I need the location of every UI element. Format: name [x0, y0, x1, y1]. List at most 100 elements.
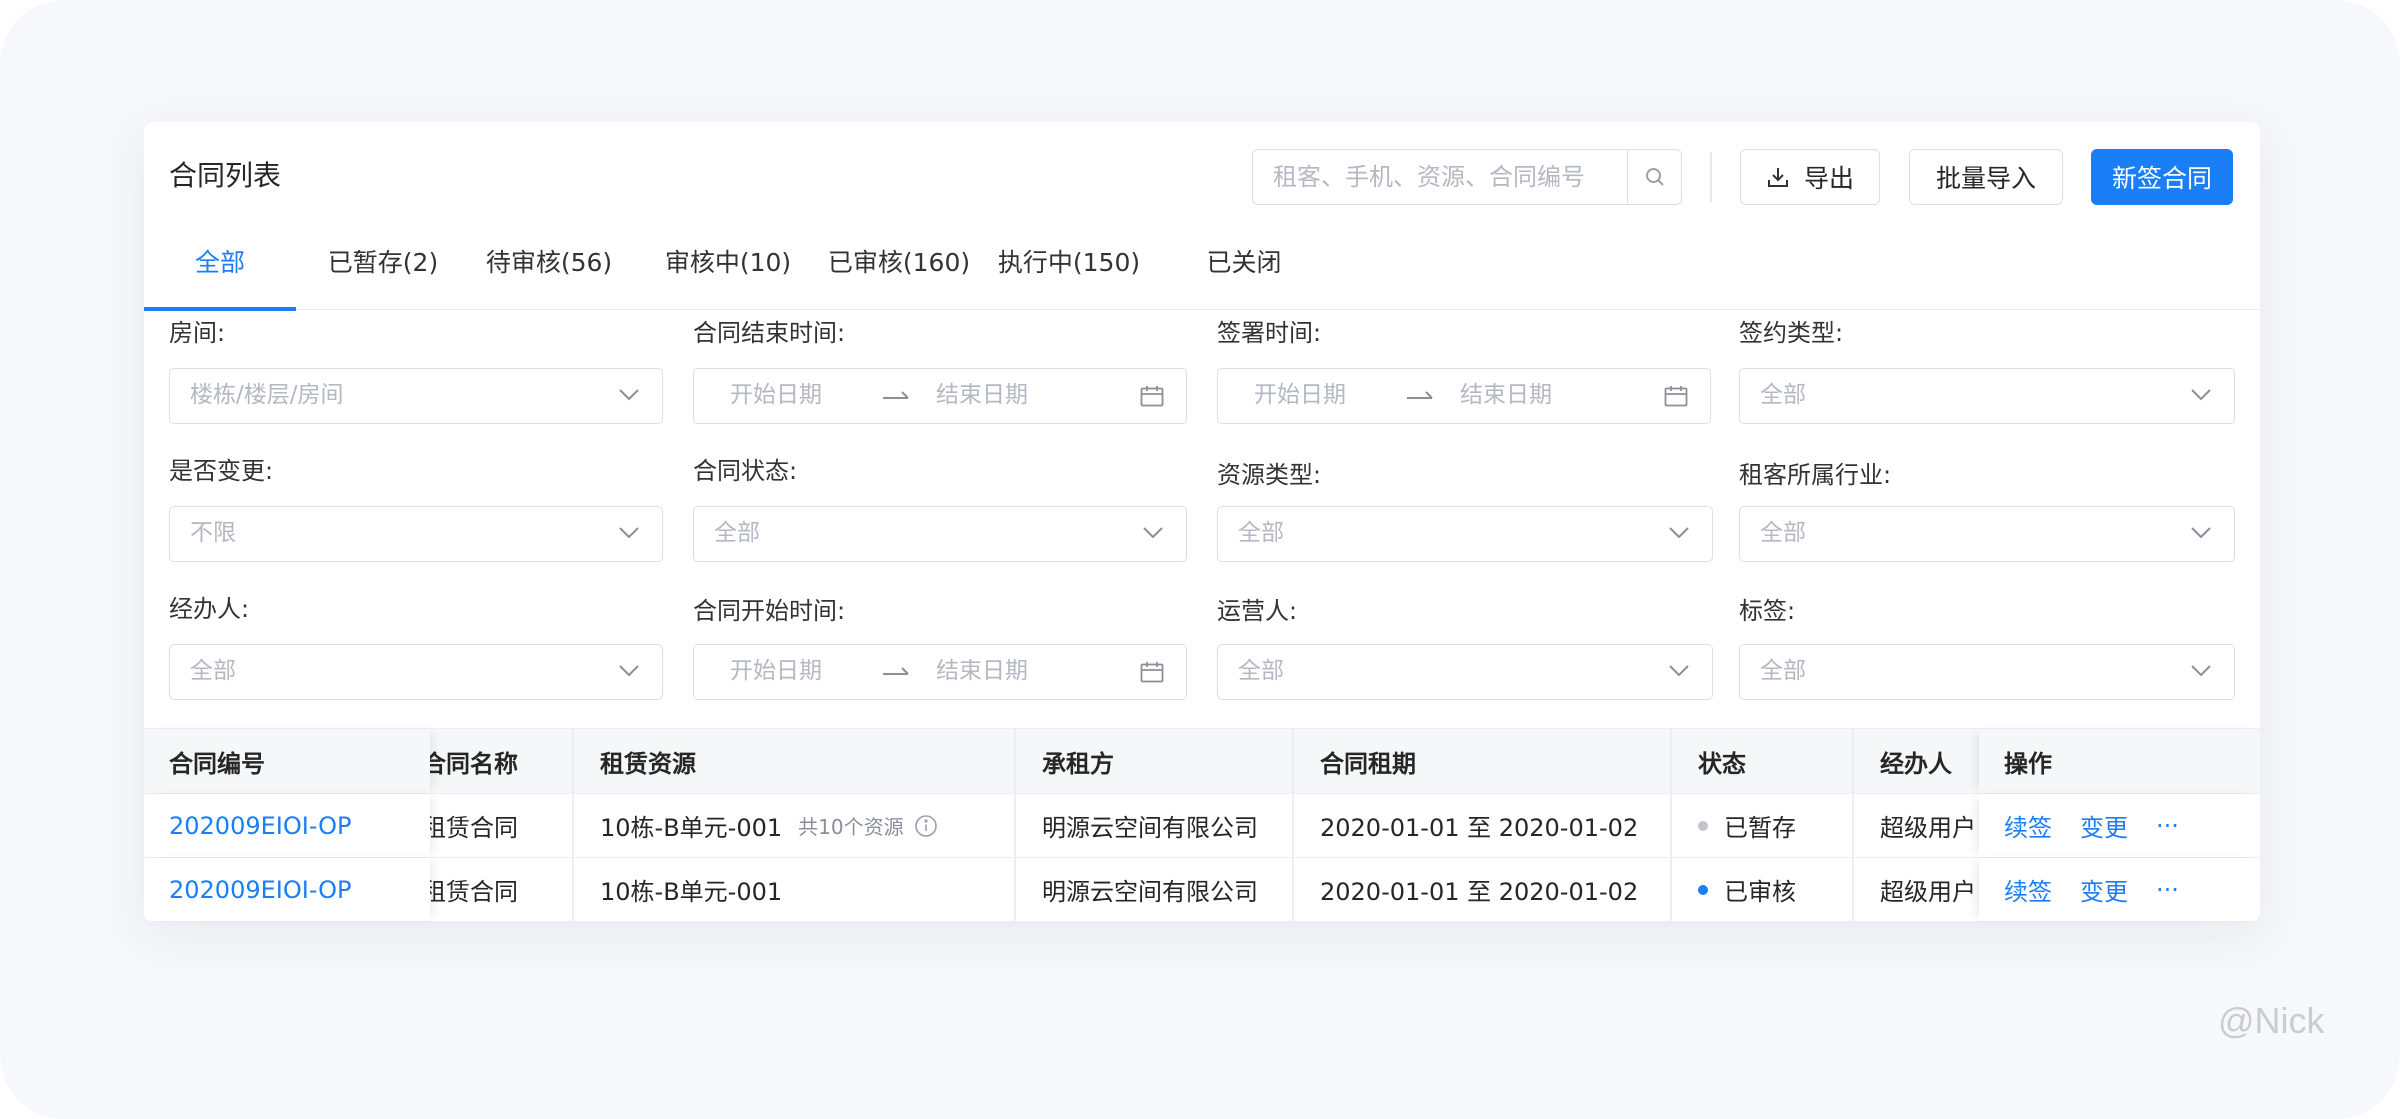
room-label: 房间:	[169, 319, 226, 347]
end-time-range-picker[interactable]: 开始日期 结束日期	[693, 368, 1187, 424]
handler-select[interactable]: 全部	[169, 644, 663, 700]
search-button[interactable]	[1627, 150, 1681, 204]
resource-type-select[interactable]: 全部	[1217, 506, 1713, 562]
column-divider	[572, 858, 574, 921]
row-actions: 续签 变更 ···	[2004, 794, 2207, 857]
fixed-column-left: 202009EIOI-OP	[144, 858, 430, 921]
start-time-range-picker[interactable]: 开始日期 结束日期	[693, 644, 1187, 700]
chevron-down-icon	[2191, 665, 2211, 677]
arrow-right-icon	[1407, 391, 1433, 399]
chevron-down-icon	[1669, 527, 1689, 539]
fixed-column-right: 续签 变更 ···	[1979, 794, 2260, 857]
status-tabs: 全部 已暂存(2) 待审核(56) 审核中(10) 已审核(160) 执行中(1…	[144, 226, 2260, 311]
col-code-header: 合同编号	[169, 749, 265, 778]
row-actions: 续签 变更 ···	[2004, 858, 2207, 921]
column-divider	[1292, 794, 1294, 857]
column-divider	[1292, 729, 1294, 793]
chevron-down-icon	[1669, 665, 1689, 677]
column-divider	[572, 794, 574, 857]
resource-type-placeholder: 全部	[1238, 520, 1284, 546]
tab-draft[interactable]: 已暂存(2)	[308, 226, 458, 310]
sign-time-start-placeholder: 开始日期	[1254, 382, 1346, 408]
download-icon	[1767, 168, 1788, 187]
batch-import-button[interactable]: 批量导入	[1909, 149, 2063, 205]
tab-closed[interactable]: 已关闭	[1154, 226, 1334, 310]
change-link[interactable]: 变更	[2080, 808, 2128, 843]
contract-code-link[interactable]: 202009EIOI-OP	[169, 794, 352, 857]
industry-label: 租客所属行业:	[1739, 461, 1892, 489]
column-divider	[1852, 858, 1854, 921]
contract-name: 租赁合同	[422, 878, 518, 906]
tab-reviewing[interactable]: 审核中(10)	[638, 226, 818, 310]
table-header: 合同名称 租赁资源 承租方 合同租期 状态 经办人 合同编号 操作	[144, 728, 2260, 794]
status-dot	[1698, 884, 1708, 895]
status-badge: 已审核	[1724, 878, 1796, 906]
column-divider	[1670, 794, 1672, 857]
contract-code-link[interactable]: 202009EIOI-OP	[169, 858, 352, 921]
more-actions-icon[interactable]: ···	[2156, 812, 2179, 840]
changed-select[interactable]: 不限	[169, 506, 663, 562]
start-time-end-placeholder: 结束日期	[936, 658, 1028, 684]
industry-select[interactable]: 全部	[1739, 506, 2235, 562]
end-time-end-placeholder: 结束日期	[936, 382, 1028, 408]
start-time-label: 合同开始时间:	[693, 597, 846, 625]
search-box	[1252, 149, 1682, 205]
tab-pending[interactable]: 待审核(56)	[464, 226, 634, 310]
sign-type-select[interactable]: 全部	[1739, 368, 2235, 424]
sign-time-range-picker[interactable]: 开始日期 结束日期	[1217, 368, 1711, 424]
tag-select[interactable]: 全部	[1739, 644, 2235, 700]
arrow-right-icon	[883, 667, 909, 675]
column-divider	[1852, 729, 1854, 793]
operator-select[interactable]: 全部	[1217, 644, 1713, 700]
chevron-down-icon	[619, 527, 639, 539]
resource-name: 10栋-B单元-001	[600, 878, 783, 906]
room-select[interactable]: 楼栋/楼层/房间	[169, 368, 663, 424]
renew-link[interactable]: 续签	[2004, 872, 2052, 907]
start-time-start-placeholder: 开始日期	[730, 658, 822, 684]
calendar-icon	[1140, 386, 1164, 407]
contract-status-select[interactable]: 全部	[693, 506, 1187, 562]
fixed-column-left: 合同编号	[144, 729, 430, 793]
chevron-down-icon	[2191, 389, 2211, 401]
fixed-column-right: 操作	[1979, 729, 2260, 793]
operator-label: 运营人:	[1217, 597, 1298, 625]
author-watermark: @Nick	[2218, 1000, 2325, 1041]
tenant-name: 明源云空间有限公司	[1042, 814, 1258, 842]
export-button[interactable]: 导出	[1740, 149, 1880, 205]
table-row: 租赁合同 10栋-B单元-001 共10个资源 明源云空间有限公司 2020-0…	[144, 794, 2260, 858]
col-ops-header: 操作	[2004, 749, 2052, 778]
status-dot	[1698, 820, 1708, 831]
tag-placeholder: 全部	[1760, 658, 1806, 684]
more-actions-icon[interactable]: ···	[2156, 876, 2179, 904]
end-time-label: 合同结束时间:	[693, 319, 846, 347]
search-input[interactable]	[1253, 150, 1627, 204]
info-icon[interactable]	[914, 814, 938, 838]
calendar-icon	[1664, 386, 1688, 407]
sign-time-label: 签署时间:	[1217, 319, 1322, 347]
sign-time-end-placeholder: 结束日期	[1460, 382, 1552, 408]
change-link[interactable]: 变更	[2080, 872, 2128, 907]
contract-name: 租赁合同	[422, 814, 518, 842]
column-divider	[1014, 794, 1016, 857]
resource-name: 10栋-B单元-001	[600, 814, 783, 842]
status-cell: 已审核	[1698, 858, 1796, 921]
contract-status-label: 合同状态:	[693, 457, 798, 485]
column-divider	[1670, 858, 1672, 921]
fixed-column-left: 202009EIOI-OP	[144, 794, 430, 857]
status-badge: 已暂存	[1724, 814, 1796, 842]
tab-executing[interactable]: 执行中(150)	[974, 226, 1164, 310]
end-time-start-placeholder: 开始日期	[730, 382, 822, 408]
sign-type-label: 签约类型:	[1739, 319, 1844, 347]
renew-link[interactable]: 续签	[2004, 808, 2052, 843]
lease-period: 2020-01-01 至 2020-01-02	[1320, 814, 1639, 842]
contract-status-placeholder: 全部	[714, 520, 760, 546]
new-contract-button[interactable]: 新签合同	[2091, 149, 2233, 205]
tab-all[interactable]: 全部	[144, 226, 296, 311]
col-handler-header: 经办人	[1880, 749, 1952, 778]
column-divider	[1852, 794, 1854, 857]
tab-approved[interactable]: 已审核(160)	[804, 226, 994, 310]
fixed-column-right: 续签 变更 ···	[1979, 858, 2260, 921]
col-tenant-header: 承租方	[1042, 749, 1114, 778]
resource-cell: 10栋-B单元-001	[600, 858, 782, 921]
handler-name: 超级用户	[1880, 814, 1976, 842]
